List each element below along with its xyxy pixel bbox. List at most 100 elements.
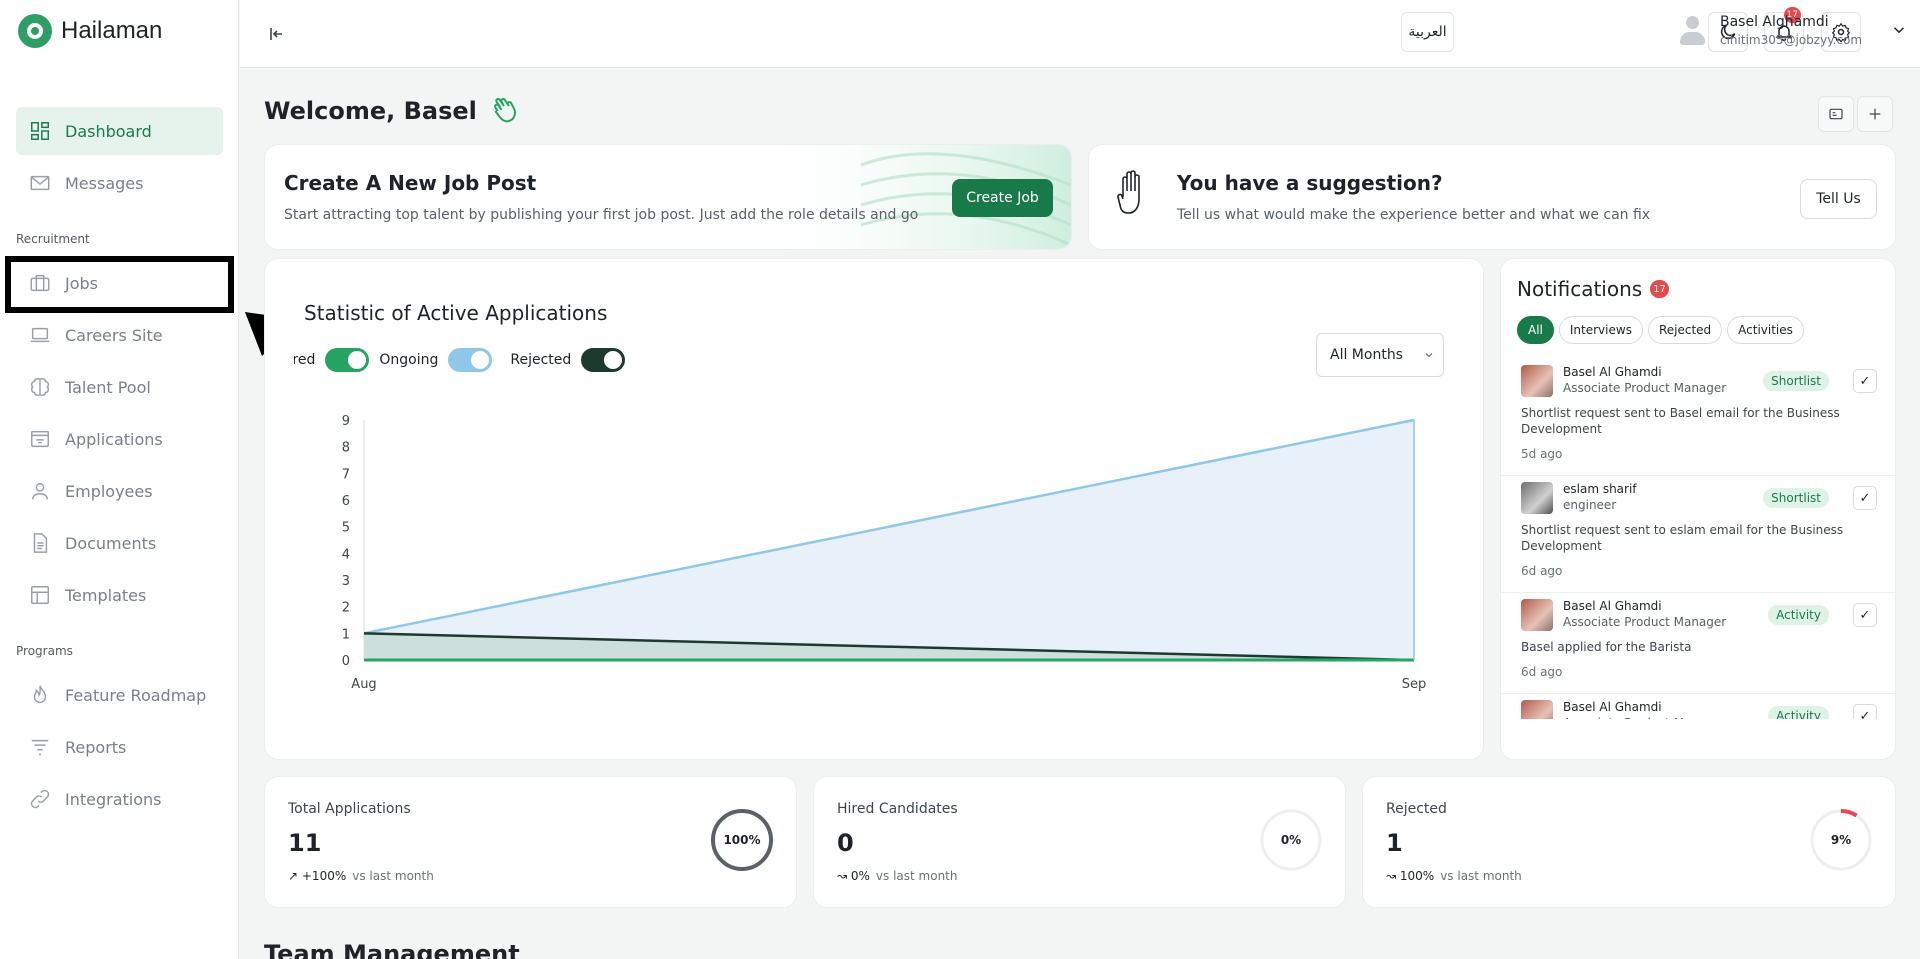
notification-name: eslam sharif [1563, 482, 1637, 496]
y-tick-label: 3 [342, 574, 350, 589]
sidebar-item-label: Careers Site [65, 325, 163, 345]
sidebar-item-reports[interactable]: Reports [16, 723, 223, 771]
sidebar-item-label: Dashboard [65, 121, 152, 141]
avatar [1521, 700, 1553, 719]
sidebar-item-label: Documents [65, 533, 157, 553]
y-tick-label: 2 [342, 601, 350, 616]
list-item[interactable]: Basel Al Ghamdi Associate Product Manage… [1501, 593, 1895, 694]
suggestion-card: You have a suggestion? Tell us what woul… [1088, 144, 1896, 250]
tab-interviews[interactable]: Interviews [1558, 316, 1643, 344]
legend-ongoing-label: Ongoing [379, 352, 439, 368]
create-job-card: Create A New Job Post Start attracting t… [264, 144, 1072, 250]
create-job-subtitle: Start attracting top talent by publishin… [284, 207, 919, 223]
layout-icon [31, 586, 49, 604]
sidebar-item-employees[interactable]: Employees [16, 467, 223, 515]
status-badge: Activity [1768, 605, 1829, 625]
user-menu[interactable]: Basel Alghamdi cihitim305@jobzyy.com [1678, 12, 1908, 48]
hired-toggle[interactable] [325, 348, 370, 372]
sidebar-item-talent-pool[interactable]: Talent Pool [16, 363, 223, 411]
mark-read-check-icon[interactable]: ✓ [1853, 603, 1877, 627]
mark-read-check-icon[interactable]: ✓ [1853, 486, 1877, 510]
avatar [1521, 482, 1553, 514]
stat-trend: ↝ 100% vs last month [1386, 869, 1522, 883]
sidebar-item-label: Templates [65, 585, 147, 605]
mark-read-check-icon[interactable]: ✓ [1853, 369, 1877, 393]
avatar [1678, 12, 1706, 48]
month-select-value: All Months [1330, 347, 1403, 363]
sidebar-item-label: Talent Pool [65, 377, 151, 397]
trend-suffix: vs last month [875, 869, 958, 883]
stat-label: Rejected [1386, 801, 1447, 817]
sidebar-item-applications[interactable]: Applications [16, 415, 223, 463]
id-card-icon [1829, 108, 1843, 120]
x-tick-label: Aug [351, 677, 376, 692]
tab-rejected[interactable]: Rejected [1647, 316, 1723, 344]
trend-value: 100% [1399, 869, 1435, 883]
y-tick-label: 1 [342, 627, 350, 642]
notification-time: 6d ago [1521, 665, 1563, 679]
customize-layout-button[interactable] [1818, 96, 1854, 132]
inbox-icon [31, 430, 49, 448]
tab-activities[interactable]: Activities [1727, 316, 1804, 344]
nav-section-recruitment: Recruitment [16, 232, 90, 246]
list-item[interactable]: Basel Al Ghamdi Associate Product Manage… [1501, 359, 1895, 476]
y-tick-label: 7 [342, 467, 350, 482]
ongoing-toggle[interactable] [448, 348, 493, 372]
collapse-sidebar-icon[interactable] [264, 22, 288, 46]
plus-icon [1869, 108, 1881, 120]
tell-us-button[interactable]: Tell Us [1800, 179, 1877, 219]
sidebar-item-label: Messages [65, 173, 144, 193]
sidebar-item-label: Feature Roadmap [65, 685, 207, 705]
chevron-down-icon [1425, 353, 1433, 358]
stat-value: 0 [837, 829, 854, 857]
stat-trend: ↗ +100% vs last month [288, 869, 434, 883]
trend-suffix: vs last month [352, 869, 434, 883]
legend-rejected-label: Rejected [510, 352, 572, 368]
notifications-header: Notifications 17 [1517, 277, 1669, 301]
chart-legend: Hired Ongoing Rejected [294, 348, 626, 372]
series-area-ongoing [364, 420, 1414, 660]
suggestion-subtitle: Tell us what would make the experience b… [1177, 207, 1651, 223]
rejected-toggle[interactable] [581, 348, 626, 372]
language-button[interactable]: العربية [1401, 12, 1454, 52]
status-badge: Shortlist [1763, 371, 1829, 391]
link-icon [30, 789, 50, 809]
stat-trend: ↝ 0% vs last month [837, 869, 958, 883]
user-name: Basel Alghamdi [1720, 13, 1829, 30]
list-item[interactable]: Basel Al Ghamdi Associate Product Manage… [1501, 694, 1895, 719]
y-tick-label: 8 [342, 441, 350, 456]
sidebar: Hailaman Dashboard Messages Recruitment … [0, 0, 239, 959]
sidebar-item-integrations[interactable]: Integrations [16, 775, 223, 823]
stat-label: Hired Candidates [837, 801, 958, 817]
document-icon [33, 533, 48, 553]
sidebar-item-label: Reports [65, 737, 127, 757]
notification-name: Basel Al Ghamdi [1563, 599, 1662, 613]
sidebar-item-label: Applications [65, 429, 163, 449]
create-job-button[interactable]: Create Job [952, 179, 1053, 217]
page-title: Welcome, Basel [264, 96, 519, 126]
tab-all[interactable]: All [1517, 316, 1554, 344]
sidebar-item-dashboard[interactable]: Dashboard [16, 107, 223, 155]
notification-list: Basel Al Ghamdi Associate Product Manage… [1501, 359, 1895, 719]
y-tick-label: 9 [342, 414, 350, 429]
y-tick-label: 6 [342, 494, 350, 509]
notification-message: Basel applied for the Barista [1521, 640, 1692, 654]
add-widget-button[interactable] [1857, 96, 1893, 132]
app-logo[interactable]: Hailaman [18, 14, 162, 48]
notification-tabs: All Interviews Rejected Activities [1517, 316, 1809, 344]
list-item[interactable]: eslam sharif engineer Shortlist ✓ Shortl… [1501, 476, 1895, 593]
notification-message: Shortlist request sent to eslam email fo… [1521, 523, 1844, 553]
mark-read-check-icon[interactable]: ✓ [1853, 704, 1877, 719]
notification-message: Shortlist request sent to Basel email fo… [1521, 406, 1840, 436]
sidebar-item-templates[interactable]: Templates [16, 571, 223, 619]
sidebar-item-careers-site[interactable]: Careers Site [16, 311, 223, 359]
stat-value: 1 [1386, 829, 1403, 857]
sidebar-item-documents[interactable]: Documents [16, 519, 223, 567]
sidebar-item-feature-roadmap[interactable]: Feature Roadmap [16, 671, 223, 719]
dashboard-icon [31, 122, 49, 140]
app-name: Hailaman [61, 17, 163, 44]
x-tick-label: Sep [1402, 677, 1427, 692]
month-select[interactable]: All Months [1316, 333, 1444, 377]
sidebar-item-messages[interactable]: Messages [16, 159, 223, 207]
avatar [1521, 599, 1553, 631]
